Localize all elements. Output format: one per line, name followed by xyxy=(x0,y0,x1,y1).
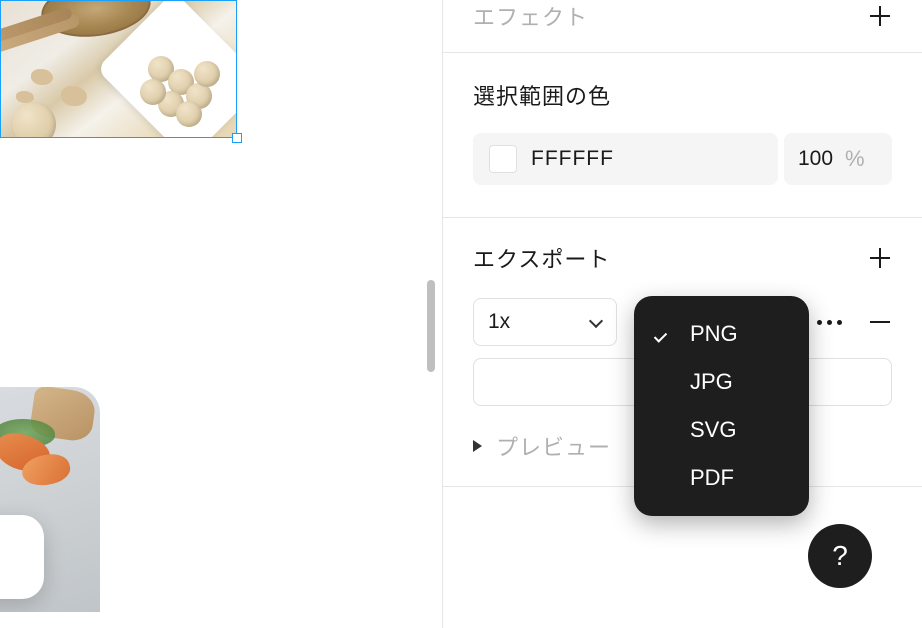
preview-label: プレビュー xyxy=(496,430,611,462)
check-placeholder xyxy=(656,373,674,391)
help-button[interactable]: ? xyxy=(808,524,872,588)
export-title: エクスポート xyxy=(473,242,610,274)
format-label: JPG xyxy=(690,369,733,395)
format-option-png[interactable]: PNG xyxy=(634,310,809,358)
selection-handle-br[interactable] xyxy=(232,133,242,143)
chevron-down-icon xyxy=(590,316,602,328)
help-icon: ? xyxy=(832,540,848,572)
effects-title: エフェクト xyxy=(473,0,588,32)
canvas[interactable] xyxy=(0,0,442,628)
selection-colors-title: 選択範囲の色 xyxy=(473,79,611,111)
format-label: PNG xyxy=(690,321,738,347)
percent-unit: % xyxy=(845,146,865,172)
format-label: PDF xyxy=(690,465,734,491)
check-placeholder xyxy=(656,469,674,487)
selected-image-frame[interactable] xyxy=(0,0,237,138)
format-option-pdf[interactable]: PDF xyxy=(634,454,809,502)
triangle-right-icon xyxy=(473,440,482,452)
canvas-image[interactable] xyxy=(0,387,100,612)
color-hex-input[interactable]: FFFFFF xyxy=(473,133,778,185)
format-dropdown: PNG JPG SVG PDF xyxy=(634,296,809,516)
color-hex-value: FFFFFF xyxy=(531,147,614,171)
check-icon xyxy=(656,325,674,343)
opacity-value: 100 xyxy=(798,147,833,171)
selection-colors-section: 選択範囲の色 FFFFFF 100 % xyxy=(443,53,922,218)
export-scale-value: 1x xyxy=(488,310,510,334)
check-placeholder xyxy=(656,421,674,439)
color-swatch[interactable] xyxy=(489,145,517,173)
format-label: SVG xyxy=(690,417,736,443)
remove-export-icon[interactable] xyxy=(868,310,892,334)
color-opacity-input[interactable]: 100 % xyxy=(784,133,892,185)
add-export-icon[interactable] xyxy=(868,246,892,270)
format-option-jpg[interactable]: JPG xyxy=(634,358,809,406)
add-effect-icon[interactable] xyxy=(868,4,892,28)
export-scale-select[interactable]: 1x xyxy=(473,298,617,346)
canvas-scrollbar[interactable] xyxy=(427,280,435,372)
format-option-svg[interactable]: SVG xyxy=(634,406,809,454)
effects-section: エフェクト xyxy=(443,0,922,53)
export-options-icon[interactable] xyxy=(817,320,842,325)
